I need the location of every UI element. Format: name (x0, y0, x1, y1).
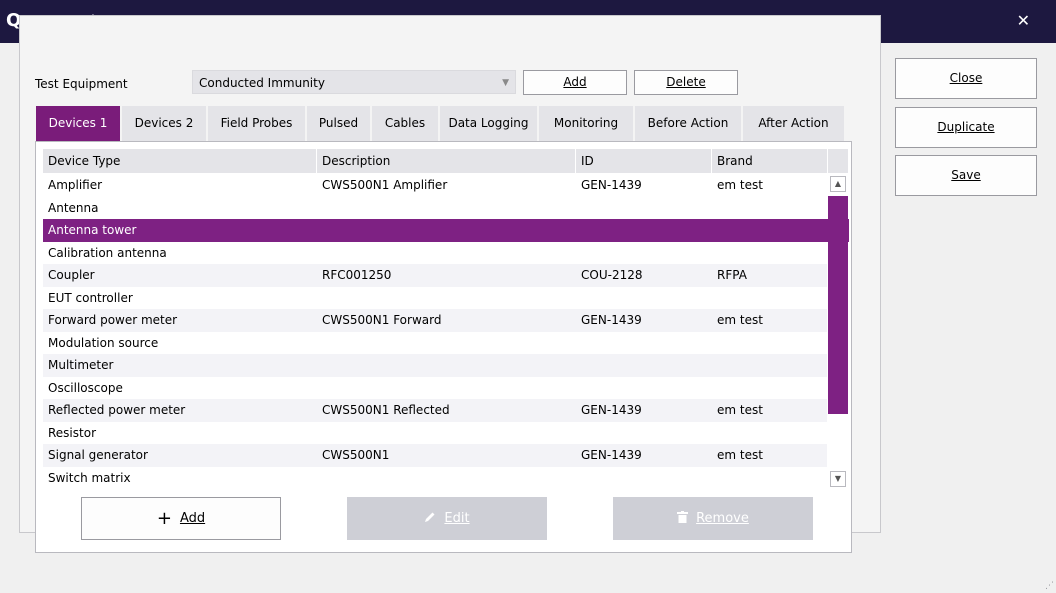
add-device-button[interactable]: + Add (81, 497, 281, 540)
cell-device-type: EUT controller (48, 290, 133, 305)
close-button[interactable]: Close (895, 58, 1037, 99)
table-row[interactable]: Resistor (43, 422, 827, 445)
scrollbar-header-spacer (828, 149, 848, 173)
column-divider (316, 149, 317, 173)
delete-test-equipment-button[interactable]: Delete (634, 70, 738, 95)
save-button[interactable]: Save (895, 155, 1037, 196)
cell-description: RFC001250 (322, 268, 392, 282)
cell-device-type: Coupler (48, 268, 95, 282)
cell-brand: em test (717, 313, 763, 327)
duplicate-label: Duplicate (937, 120, 995, 134)
pencil-icon (424, 498, 436, 539)
scrollbar-thumb[interactable] (828, 196, 848, 414)
window-close-icon[interactable]: ✕ (1017, 11, 1030, 31)
column-header-device-type[interactable]: Device Type (48, 153, 120, 169)
table-row[interactable]: Multimeter (43, 354, 827, 377)
cell-description: CWS500N1 Amplifier (322, 178, 448, 192)
add-test-equipment-label: Add (563, 75, 587, 89)
table-row[interactable]: Antenna (43, 197, 827, 220)
column-divider (711, 149, 712, 173)
cell-id: GEN-1439 (581, 313, 642, 327)
tab-monitoring[interactable]: Monitoring (539, 106, 633, 141)
resize-grip-icon[interactable]: ⋰ (1045, 582, 1054, 591)
cell-device-type: Switch matrix (48, 470, 131, 485)
tab-field-probes[interactable]: Field Probes (208, 106, 305, 141)
test-equipment-dropdown[interactable]: Conducted Immunity ▼ (192, 70, 516, 94)
test-equipment-label: Test Equipment (35, 77, 128, 91)
cell-device-type: Signal generator (48, 448, 148, 462)
tab-devices-1[interactable]: Devices 1 (36, 106, 120, 141)
table-row[interactable]: Modulation source (43, 332, 827, 355)
test-equipment-selected-value: Conducted Immunity (199, 76, 325, 90)
tab-after-action[interactable]: After Action (743, 106, 844, 141)
cell-device-type: Multimeter (48, 358, 114, 372)
tab-before-action[interactable]: Before Action (635, 106, 741, 141)
cell-id: GEN-1439 (581, 178, 642, 192)
tab-cables[interactable]: Cables (372, 106, 438, 141)
cell-description: CWS500N1 Forward (322, 313, 442, 327)
cell-id: GEN-1439 (581, 448, 642, 462)
add-test-equipment-button[interactable]: Add (523, 70, 627, 95)
cell-device-type: Antenna tower (48, 223, 137, 237)
column-header-brand[interactable]: Brand (717, 153, 753, 169)
remove-device-button[interactable]: Remove (613, 497, 813, 540)
cell-device-type: Forward power meter (48, 313, 178, 327)
cell-brand: RFPA (717, 268, 747, 282)
cell-brand: em test (717, 403, 763, 417)
table-row[interactable]: Oscilloscope (43, 377, 827, 400)
table-row[interactable]: Amplifier CWS500N1 Amplifier GEN-1439 em… (43, 174, 827, 197)
column-header-id[interactable]: ID (581, 153, 594, 169)
tab-devices-2[interactable]: Devices 2 (122, 106, 206, 141)
scroll-up-arrow-icon[interactable]: ▲ (830, 176, 846, 192)
edit-device-label: Edit (444, 511, 470, 526)
close-label: Close (949, 71, 983, 85)
cell-device-type: Oscilloscope (48, 380, 123, 395)
table-row[interactable]: Forward power meter CWS500N1 Forward GEN… (43, 309, 827, 332)
plus-icon: + (156, 508, 172, 529)
cell-device-type: Calibration antenna (48, 245, 167, 260)
grid-header: Device Type Description ID Brand (43, 149, 827, 173)
cell-device-type: Modulation source (48, 335, 159, 350)
save-label: Save (951, 168, 981, 182)
cell-id: GEN-1439 (581, 403, 642, 417)
edit-device-button[interactable]: Edit (347, 497, 547, 540)
cell-description: CWS500N1 (322, 448, 390, 462)
cell-description: CWS500N1 Reflected (322, 403, 450, 417)
column-divider (575, 149, 576, 173)
cell-device-type: Resistor (48, 425, 96, 440)
remove-device-label: Remove (696, 511, 749, 526)
trash-icon (677, 498, 689, 539)
cell-device-type: Amplifier (48, 178, 103, 192)
table-row[interactable]: EUT controller (43, 287, 827, 310)
dropdown-arrow-icon[interactable]: ▼ (502, 75, 509, 91)
add-device-label: Add (179, 511, 206, 526)
tab-data-logging[interactable]: Data Logging (440, 106, 537, 141)
table-row[interactable]: Calibration antenna (43, 242, 827, 265)
cell-device-type: Antenna (48, 200, 99, 215)
scroll-down-arrow-icon[interactable]: ▼ (830, 471, 846, 487)
column-header-description[interactable]: Description (322, 153, 390, 169)
table-row[interactable]: Signal generator CWS500N1 GEN-1439 em te… (43, 444, 827, 467)
table-row[interactable]: Coupler RFC001250 COU-2128 RFPA (43, 264, 827, 287)
table-row[interactable]: Reflected power meter CWS500N1 Reflected… (43, 399, 827, 422)
grid-vertical-scrollbar[interactable]: ▲ ▼ (828, 174, 848, 491)
grid-rows: Amplifier CWS500N1 Amplifier GEN-1439 em… (43, 174, 849, 490)
cell-brand: em test (717, 178, 763, 192)
cell-id: COU-2128 (581, 268, 643, 282)
cell-brand: em test (717, 448, 763, 462)
table-row[interactable]: Switch matrix (43, 467, 827, 490)
cell-device-type: Reflected power meter (48, 403, 186, 417)
table-row-selected[interactable]: Antenna tower (43, 219, 849, 242)
tab-pulsed[interactable]: Pulsed (307, 106, 370, 141)
duplicate-button[interactable]: Duplicate (895, 107, 1037, 148)
delete-test-equipment-label: Delete (666, 75, 706, 89)
